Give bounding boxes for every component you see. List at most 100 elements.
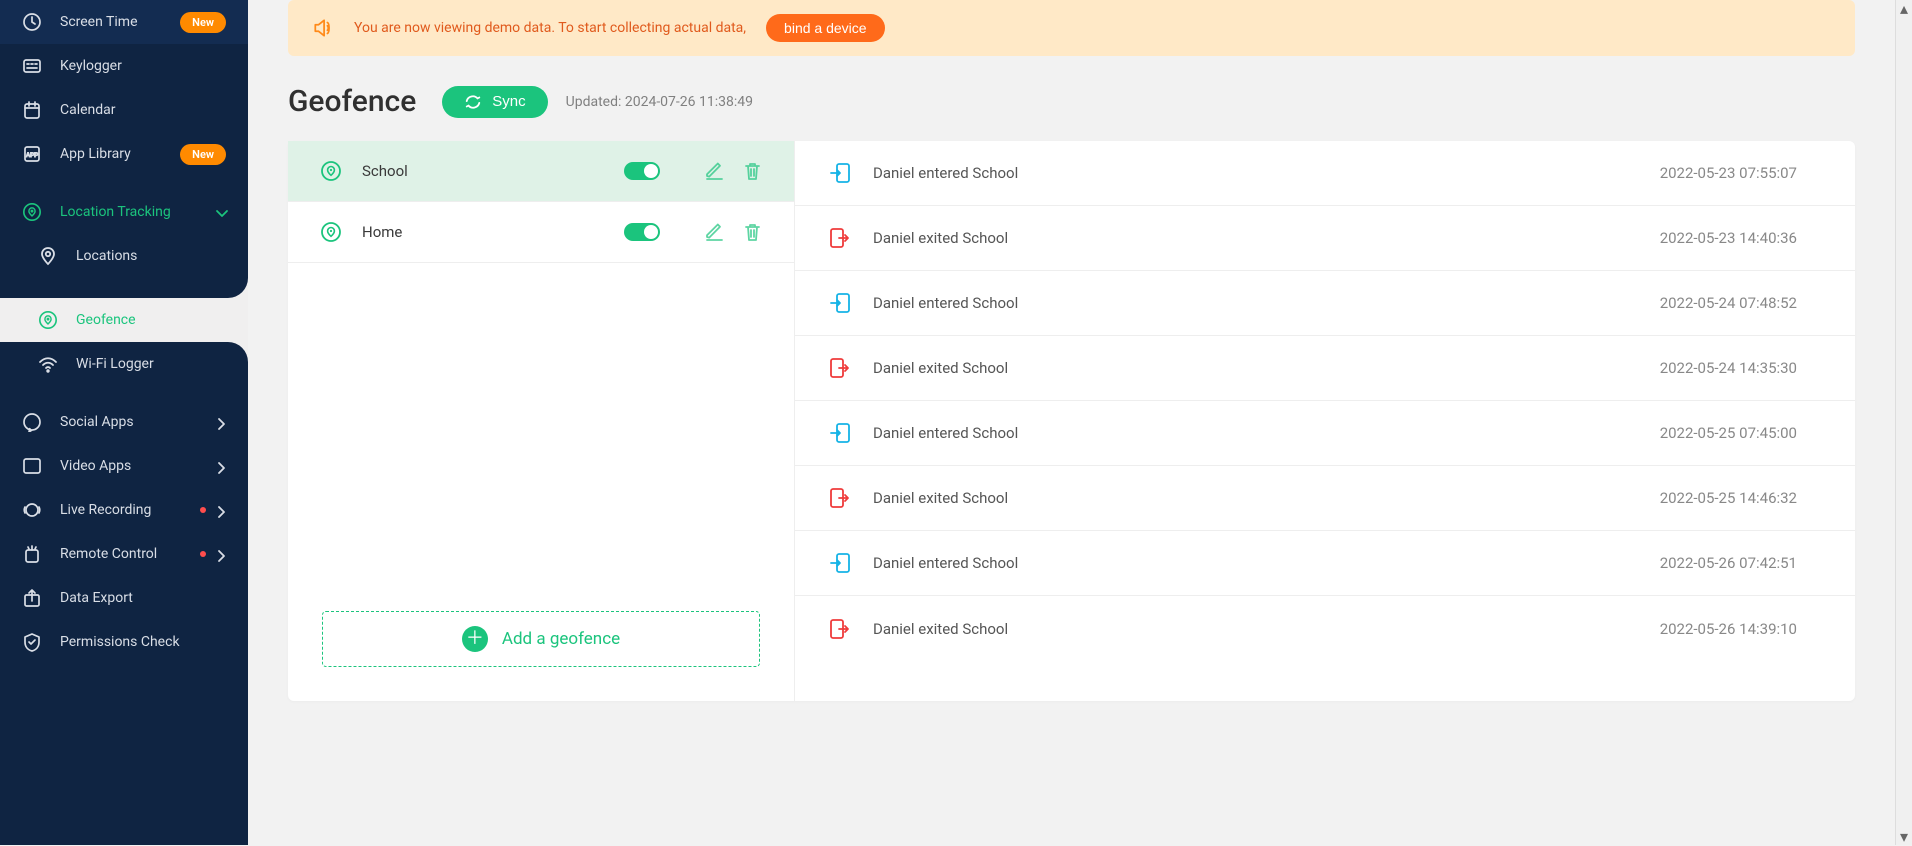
new-badge: New	[180, 144, 226, 165]
add-geofence-label: Add a geofence	[502, 629, 620, 649]
sidebar-section-social-apps[interactable]: Social Apps	[0, 400, 248, 444]
geofence-toggle[interactable]	[624, 223, 660, 241]
sidebar-item-label: Calendar	[60, 102, 226, 118]
sidebar-item-label: App Library	[60, 146, 180, 162]
event-list: Daniel entered School2022-05-23 07:55:07…	[795, 141, 1855, 701]
geofence-pin-icon	[320, 221, 342, 243]
geofence-row[interactable]: School	[288, 141, 794, 202]
sidebar-item-label: Geofence	[76, 312, 136, 328]
sidebar-item-locations[interactable]: Locations	[0, 234, 248, 278]
exit-icon	[829, 618, 851, 640]
sidebar-section-live-recording[interactable]: Live Recording	[0, 488, 248, 532]
event-row: Daniel entered School2022-05-23 07:55:07	[795, 141, 1855, 206]
page-header: Geofence Sync Updated: 2024-07-26 11:38:…	[288, 84, 1855, 119]
trash-icon[interactable]	[742, 222, 762, 242]
event-text: Daniel exited School	[873, 620, 1660, 638]
page-title: Geofence	[288, 84, 416, 119]
exit-icon	[829, 357, 851, 379]
exit-icon	[829, 227, 851, 249]
event-row: Daniel exited School2022-05-26 14:39:10	[795, 596, 1855, 661]
sidebar-item-label: Remote Control	[60, 546, 200, 562]
export-icon	[22, 588, 42, 608]
trash-icon[interactable]	[742, 161, 762, 181]
event-text: Daniel exited School	[873, 359, 1660, 377]
geofence-row[interactable]: Home	[288, 202, 794, 263]
sidebar-item-calendar[interactable]: Calendar	[0, 88, 248, 132]
event-text: Daniel entered School	[873, 424, 1660, 442]
sidebar-item-keylogger[interactable]: Keylogger	[0, 44, 248, 88]
event-row: Daniel exited School2022-05-23 14:40:36	[795, 206, 1855, 271]
event-row: Daniel entered School2022-05-24 07:48:52	[795, 271, 1855, 336]
updated-text: Updated: 2024-07-26 11:38:49	[566, 94, 753, 110]
bind-device-button[interactable]: bind a device	[766, 14, 885, 42]
event-row: Daniel entered School2022-05-25 07:45:00	[795, 401, 1855, 466]
alert-dot	[200, 507, 206, 513]
chat-icon	[22, 412, 42, 432]
main-content: You are now viewing demo data. To start …	[248, 0, 1895, 845]
event-time: 2022-05-25 14:46:32	[1660, 489, 1797, 507]
sidebar-item-label: Locations	[76, 248, 226, 264]
geofence-name: Home	[362, 223, 624, 241]
sidebar-item-wifi-logger[interactable]: Wi-Fi Logger	[0, 342, 248, 386]
sidebar-item-label: Social Apps	[60, 414, 214, 430]
sync-label: Sync	[492, 93, 525, 110]
event-time: 2022-05-24 14:35:30	[1660, 359, 1797, 377]
event-time: 2022-05-26 07:42:51	[1660, 554, 1797, 572]
add-geofence-button[interactable]: ＋ Add a geofence	[322, 611, 760, 667]
geofence-toggle[interactable]	[624, 162, 660, 180]
alert-dot	[200, 551, 206, 557]
event-row: Daniel exited School2022-05-24 14:35:30	[795, 336, 1855, 401]
enter-icon	[829, 422, 851, 444]
event-text: Daniel entered School	[873, 164, 1660, 182]
edit-icon[interactable]	[704, 222, 724, 242]
keyboard-icon	[22, 56, 42, 76]
exit-icon	[829, 487, 851, 509]
shield-icon	[22, 632, 42, 652]
sidebar-item-label: Permissions Check	[60, 634, 226, 650]
enter-icon	[829, 292, 851, 314]
event-text: Daniel entered School	[873, 554, 1660, 572]
geofence-list: School Home ＋ Add a geofence	[288, 141, 795, 701]
geofence-icon	[38, 310, 58, 330]
sidebar-section-location-tracking[interactable]: Location Tracking	[0, 190, 248, 234]
plus-icon: ＋	[462, 626, 488, 652]
event-row: Daniel exited School2022-05-25 14:46:32	[795, 466, 1855, 531]
megaphone-icon	[312, 17, 334, 39]
event-text: Daniel exited School	[873, 229, 1660, 247]
event-time: 2022-05-23 14:40:36	[1660, 229, 1797, 247]
sync-button[interactable]: Sync	[442, 86, 547, 118]
sidebar-section-video-apps[interactable]: Video Apps	[0, 444, 248, 488]
sidebar-section-remote-control[interactable]: Remote Control	[0, 532, 248, 576]
video-icon	[22, 456, 42, 476]
edit-icon[interactable]	[704, 161, 724, 181]
event-time: 2022-05-24 07:48:52	[1660, 294, 1797, 312]
sidebar-item-label: Live Recording	[60, 502, 200, 518]
event-row: Daniel entered School2022-05-26 07:42:51	[795, 531, 1855, 596]
sidebar-item-label: Keylogger	[60, 58, 226, 74]
chevron-right-icon	[214, 460, 226, 472]
event-time: 2022-05-25 07:45:00	[1660, 424, 1797, 442]
sidebar-item-geofence[interactable]: Geofence	[0, 298, 248, 342]
sync-icon	[464, 93, 482, 111]
demo-data-banner: You are now viewing demo data. To start …	[288, 0, 1855, 56]
event-text: Daniel entered School	[873, 294, 1660, 312]
clock-icon	[22, 12, 42, 32]
sidebar-item-label: Video Apps	[60, 458, 214, 474]
page-scrollbar[interactable]: ▴ ▾	[1895, 0, 1912, 845]
sidebar-item-permissions-check[interactable]: Permissions Check	[0, 620, 248, 664]
target-icon	[22, 202, 42, 222]
event-text: Daniel exited School	[873, 489, 1660, 507]
chevron-right-icon	[214, 416, 226, 428]
geofence-pin-icon	[320, 160, 342, 182]
geofence-name: School	[362, 162, 624, 180]
remote-icon	[22, 544, 42, 564]
event-time: 2022-05-26 14:39:10	[1660, 620, 1797, 638]
event-time: 2022-05-23 07:55:07	[1660, 164, 1797, 182]
sidebar-item-label: Data Export	[60, 590, 226, 606]
location-pin-icon	[38, 246, 58, 266]
sidebar-item-data-export[interactable]: Data Export	[0, 576, 248, 620]
sidebar-item-label: Screen Time	[60, 14, 180, 30]
sidebar-item-screen-time[interactable]: Screen Time New	[0, 0, 248, 44]
sidebar-item-app-library[interactable]: App Library New	[0, 132, 248, 176]
calendar-icon	[22, 100, 42, 120]
